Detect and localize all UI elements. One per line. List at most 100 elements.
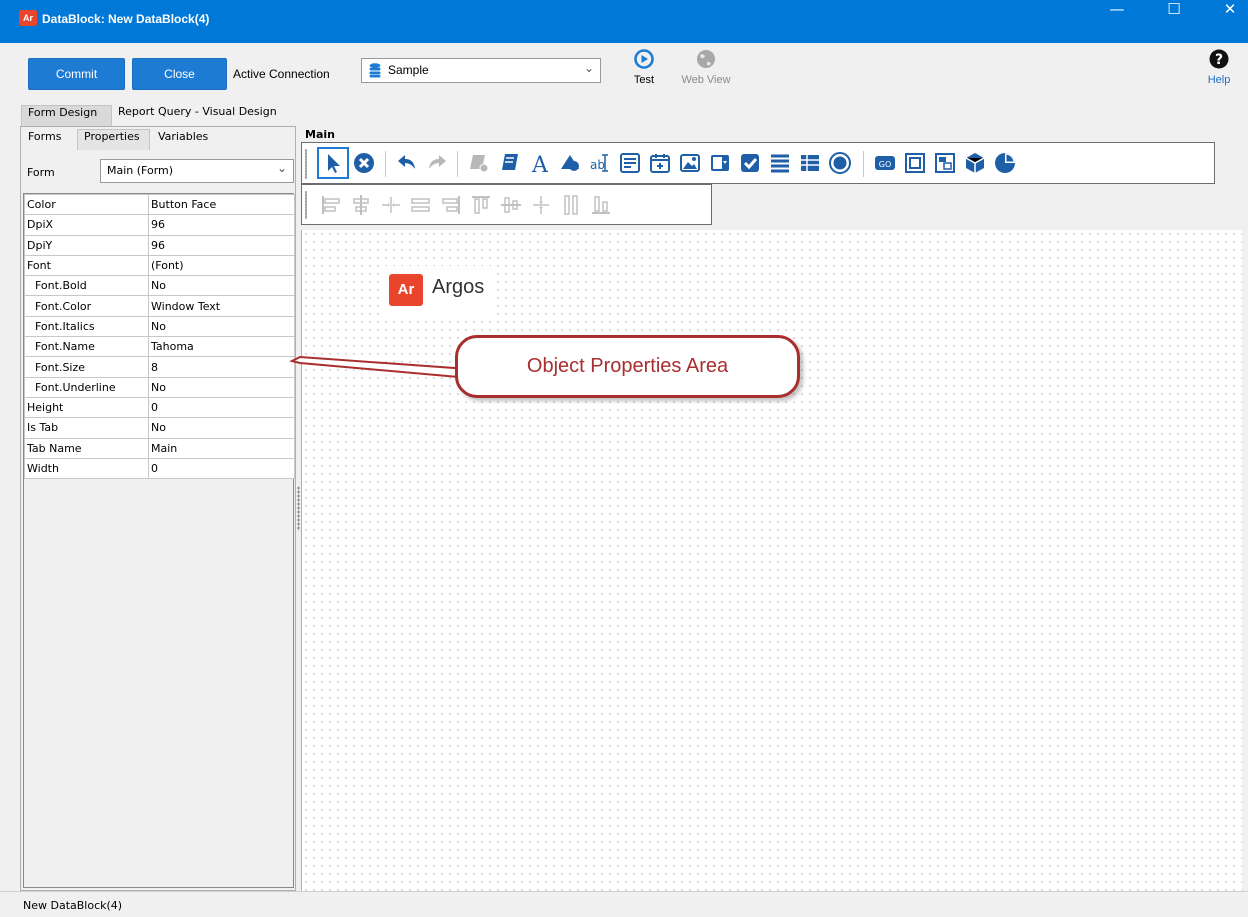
design-canvas[interactable]: [301, 230, 1242, 891]
tab-variables[interactable]: Variables: [152, 130, 222, 151]
tab-form-design[interactable]: Form Design: [21, 105, 112, 126]
globe-icon: [697, 50, 715, 68]
pie-chart-icon[interactable]: [993, 151, 1017, 175]
text-label-icon[interactable]: A: [528, 151, 552, 175]
align-top-icon[interactable]: [469, 193, 493, 217]
property-value[interactable]: Button Face: [148, 193, 295, 216]
form-select-value: Main (Form): [107, 164, 174, 177]
property-value[interactable]: Main: [148, 437, 295, 459]
commit-button[interactable]: Commit: [28, 58, 125, 90]
help-icon: ?: [1209, 49, 1229, 69]
space-horizontal-icon[interactable]: [379, 193, 403, 217]
minimize-icon[interactable]: —: [1094, 0, 1140, 36]
dropdown-control-icon[interactable]: [708, 151, 732, 175]
property-value[interactable]: No: [148, 275, 295, 297]
pointer-icon[interactable]: [317, 147, 349, 179]
property-value[interactable]: 0: [148, 457, 295, 480]
property-name: Font.Italics: [24, 315, 149, 338]
checkbox-icon[interactable]: [738, 151, 762, 175]
form-selector-row: Form Main (Form) ⌄: [23, 157, 295, 185]
edit-field-icon[interactable]: ab: [588, 151, 612, 175]
list-icon[interactable]: [768, 151, 792, 175]
tab-report-query-visual-design[interactable]: Report Query - Visual Design: [112, 105, 300, 126]
undo-icon[interactable]: [395, 151, 419, 175]
maximize-icon[interactable]: ☐: [1151, 0, 1197, 36]
chevron-down-icon: ⌄: [276, 161, 287, 175]
property-row[interactable]: Font.Size 8: [24, 356, 295, 378]
property-value[interactable]: 0: [148, 396, 295, 419]
property-row[interactable]: Tab Name Main: [24, 437, 295, 459]
test-button[interactable]: Test: [626, 49, 662, 86]
group-box-icon[interactable]: [933, 151, 957, 175]
help-label: Help: [1207, 74, 1231, 86]
space-vertical-icon[interactable]: [529, 193, 553, 217]
radio-button-icon[interactable]: [828, 151, 852, 175]
help-button[interactable]: ? Help: [1202, 49, 1236, 86]
cube-icon[interactable]: [963, 151, 987, 175]
property-row[interactable]: DpiY 96: [24, 234, 295, 256]
property-row[interactable]: DpiX 96: [24, 214, 295, 236]
calendar-icon[interactable]: [648, 151, 672, 175]
same-height-icon[interactable]: [559, 193, 583, 217]
property-row[interactable]: Width 0: [24, 457, 295, 480]
property-name: Font.Bold: [24, 275, 149, 297]
memo-icon[interactable]: [618, 151, 642, 175]
web-view-label: Web View: [681, 74, 731, 86]
align-left-icon[interactable]: [319, 193, 343, 217]
property-value[interactable]: Tahoma: [148, 336, 295, 358]
property-row[interactable]: Font (Font): [24, 254, 295, 277]
align-right-icon[interactable]: [439, 193, 463, 217]
property-value[interactable]: (Font): [148, 254, 295, 277]
align-bottom-icon[interactable]: [589, 193, 613, 217]
property-row[interactable]: Font.Name Tahoma: [24, 336, 295, 358]
controls-toolbar: A ab GO: [301, 142, 1215, 184]
property-value[interactable]: No: [148, 417, 295, 439]
chevron-down-icon: ⌄: [583, 61, 594, 75]
property-value[interactable]: Window Text: [148, 295, 295, 317]
toolbar-grip-icon[interactable]: [305, 149, 307, 179]
property-row[interactable]: Font.Italics No: [24, 315, 295, 338]
align-middle-icon[interactable]: [499, 193, 523, 217]
property-value[interactable]: 96: [148, 214, 295, 236]
align-center-icon[interactable]: [349, 193, 373, 217]
close-icon[interactable]: ✕: [1207, 0, 1248, 36]
property-row[interactable]: Font.Underline No: [24, 376, 295, 398]
window-title: DataBlock: New DataBlock(4): [42, 12, 210, 26]
go-button-icon[interactable]: GO: [873, 151, 897, 175]
panel-icon[interactable]: [903, 151, 927, 175]
close-button[interactable]: Close: [132, 58, 227, 90]
redo-icon[interactable]: [425, 151, 449, 175]
property-name: Font.Color: [24, 295, 149, 317]
book-icon[interactable]: [498, 151, 522, 175]
property-name: DpiY: [24, 234, 149, 256]
property-value[interactable]: 8: [148, 356, 295, 378]
property-row[interactable]: Font.Bold No: [24, 275, 295, 297]
property-name: Font: [24, 254, 149, 277]
toolbar-grip-icon[interactable]: [305, 191, 307, 219]
property-row[interactable]: Font.Color Window Text: [24, 295, 295, 317]
form-select[interactable]: Main (Form) ⌄: [100, 159, 294, 183]
property-row[interactable]: Is Tab No: [24, 417, 295, 439]
property-value[interactable]: No: [148, 376, 295, 398]
tab-properties[interactable]: Properties: [77, 129, 150, 150]
web-view-button[interactable]: Web View: [673, 49, 739, 86]
property-row[interactable]: Color Button Face: [24, 193, 295, 216]
property-value[interactable]: No: [148, 315, 295, 338]
property-value[interactable]: 96: [148, 234, 295, 256]
sql-editor-icon[interactable]: [467, 151, 491, 175]
database-icon: [369, 63, 381, 78]
svg-text:A: A: [531, 153, 549, 175]
delete-icon[interactable]: [352, 151, 376, 175]
grid-icon[interactable]: [798, 151, 822, 175]
properties-grid: Color Button Face DpiX 96 DpiY 96 Font (Font) Fo…: [23, 193, 295, 888]
alignment-toolbar: [301, 184, 712, 225]
tab-forms[interactable]: Forms: [22, 130, 76, 151]
shape-icon[interactable]: [558, 151, 582, 175]
form-design-panel: Forms Properties Variables Form Main (Fo…: [20, 126, 296, 891]
connection-select[interactable]: Sample ⌄: [361, 58, 601, 83]
argos-logo[interactable]: Ar Argos: [385, 266, 495, 315]
image-icon[interactable]: [678, 151, 702, 175]
align-right-edges-icon[interactable]: [409, 193, 433, 217]
splitter-grip-icon[interactable]: [297, 486, 300, 531]
property-row[interactable]: Height 0: [24, 396, 295, 419]
